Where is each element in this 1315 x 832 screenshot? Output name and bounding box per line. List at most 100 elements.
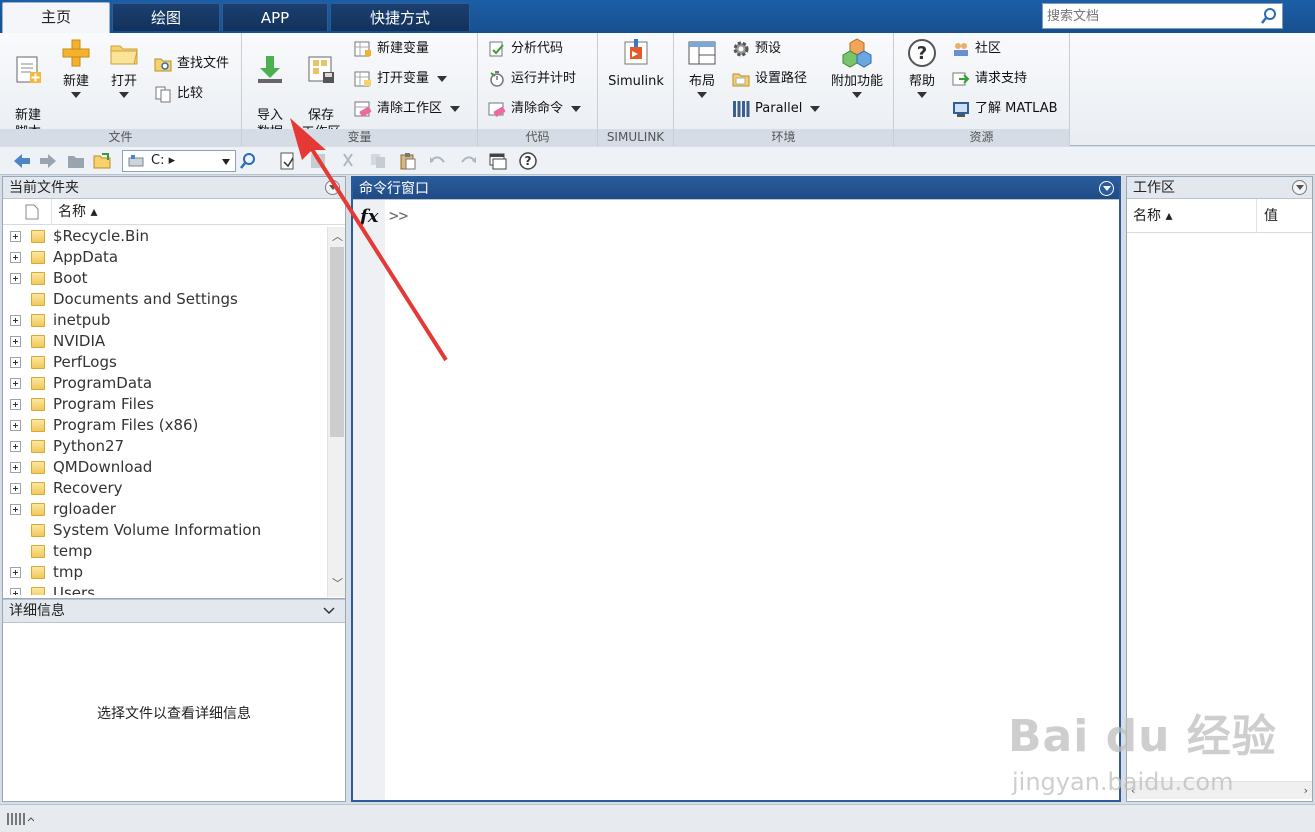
set-path-button[interactable]: 设置路径 [732,68,807,90]
add-ons-dropdown-caret[interactable] [852,92,862,98]
add-ons-icon [842,38,872,68]
scroll-right-icon[interactable]: › [1304,784,1308,797]
simulink-button[interactable]: Simulink [602,37,670,90]
clear-commands-button[interactable]: 清除命令 [488,98,582,120]
save-icon [311,154,325,168]
expand-icon[interactable] [10,357,21,368]
tab-shortcuts[interactable]: 快捷方式 [330,3,470,31]
layout-dropdown-caret[interactable] [697,92,707,98]
search-icon[interactable] [1260,7,1278,25]
status-grip-icon[interactable] [6,811,34,827]
search-documentation[interactable] [1042,3,1283,29]
open-dropdown-caret[interactable] [119,92,129,98]
set-path-icon [732,73,750,86]
gear-icon [733,41,749,56]
command-window-actions-icon[interactable] [1099,181,1114,196]
chevron-down-icon[interactable] [323,607,335,615]
panel-actions-icon[interactable] [325,180,340,195]
tab-apps[interactable]: APP [222,3,328,31]
scroll-thumb[interactable] [330,247,344,437]
help-circle-icon[interactable]: ? [518,151,538,171]
layout-button[interactable]: 布局 [682,37,722,98]
command-prompt[interactable]: >> [389,206,408,225]
analyze-code-button[interactable]: 分析代码 [488,38,563,60]
add-ons-button[interactable]: 附加功能 [826,37,888,98]
learn-matlab-icon [953,101,969,117]
workspace-col-name: 名称 ▴ [1133,208,1173,224]
forward-arrow-icon[interactable] [38,151,58,171]
expand-icon[interactable] [10,273,21,284]
community-button[interactable]: 社区 [952,38,1001,60]
file-list-column-header[interactable]: 名称 ▴ [3,199,345,225]
expand-icon[interactable] [10,420,21,431]
new-dropdown-caret[interactable] [71,92,81,98]
search-folder-icon[interactable] [238,151,258,171]
fx-function-browser-icon[interactable]: fx [360,206,378,227]
clear-commands-label: 清除命令 [511,101,564,116]
folder-name: Documents and Settings [53,290,238,308]
save-workspace-button[interactable]: 保存 工作区 [298,37,344,141]
new-file-icon[interactable] [278,151,298,171]
expand-icon[interactable] [10,567,21,578]
open-button[interactable]: 打开 [104,37,144,98]
folder-name: Recovery [53,479,123,497]
group-resources-label: 资源 [894,129,1069,146]
folder-name: Python27 [53,437,125,455]
file-list-scrollbar[interactable]: ︿ ﹀ [327,227,345,597]
expand-icon[interactable] [10,588,21,595]
workspace-title: 工作区 [1133,180,1175,196]
tab-home[interactable]: 主页 [2,2,110,33]
new-button[interactable]: 新建 [56,37,96,98]
clear-commands-caret[interactable] [571,105,582,112]
workspace-actions-icon[interactable] [1292,180,1307,195]
expand-icon[interactable] [10,483,21,494]
expand-icon[interactable] [10,378,21,389]
parallel-caret[interactable] [810,105,821,112]
workspace-column-header[interactable]: 名称 ▴ 值 [1127,199,1312,233]
community-label: 社区 [975,41,1002,56]
expand-icon[interactable] [10,336,21,347]
compare-button[interactable]: 比较 [154,83,203,105]
help-dropdown-caret[interactable] [917,92,927,98]
clear-workspace-caret[interactable] [450,105,461,112]
analyze-code-label: 分析代码 [511,41,564,56]
paste-icon[interactable] [398,151,418,171]
learn-matlab-button[interactable]: 了解 MATLAB [952,98,1058,120]
expand-icon[interactable] [10,252,21,263]
add-ons-label: 附加功能 [830,74,883,89]
up-folder-icon[interactable] [66,151,86,171]
expand-icon[interactable] [10,441,21,452]
expand-icon[interactable] [10,315,21,326]
run-and-time-button[interactable]: 运行并计时 [488,68,576,90]
details-header[interactable]: 详细信息 [3,599,345,623]
import-data-button[interactable]: 导入 数据 [250,37,290,141]
open-variable-button[interactable]: 打开变量 [354,68,448,90]
clear-workspace-button[interactable]: 清除工作区 [354,98,461,120]
scroll-down-icon[interactable]: ﹀ [332,578,343,589]
tab-plots[interactable]: 绘图 [112,3,220,31]
help-button[interactable]: ? 帮助 [902,37,942,98]
path-dropdown-icon[interactable] [222,159,230,165]
preferences-button[interactable]: 预设 [732,38,781,60]
search-input[interactable] [1043,4,1253,28]
folder-icon [31,503,45,516]
back-arrow-icon[interactable] [12,151,32,171]
expand-icon[interactable] [10,399,21,410]
expand-icon[interactable] [10,231,21,242]
column-name-label: 名称 ▴ [58,204,98,220]
parallel-button[interactable]: Parallel [732,98,821,120]
scroll-up-icon[interactable]: ︿ [332,231,343,242]
find-files-button[interactable]: 查找文件 [154,53,229,75]
expand-icon[interactable] [10,462,21,473]
request-support-button[interactable]: 请求支持 [952,68,1027,90]
current-folder-path[interactable]: C: ▸ [122,150,236,172]
new-script-button[interactable]: 新建 脚本 [6,37,50,141]
browse-folder-icon[interactable] [92,151,112,171]
expand-icon[interactable] [10,504,21,515]
parallel-label: Parallel [755,101,803,116]
preferences-label: 预设 [755,41,782,56]
new-variable-button[interactable]: 新建变量 [354,38,429,60]
command-window-header: 命令行窗口 [353,178,1119,200]
open-variable-caret[interactable] [437,75,448,82]
switch-windows-icon[interactable] [488,151,508,171]
